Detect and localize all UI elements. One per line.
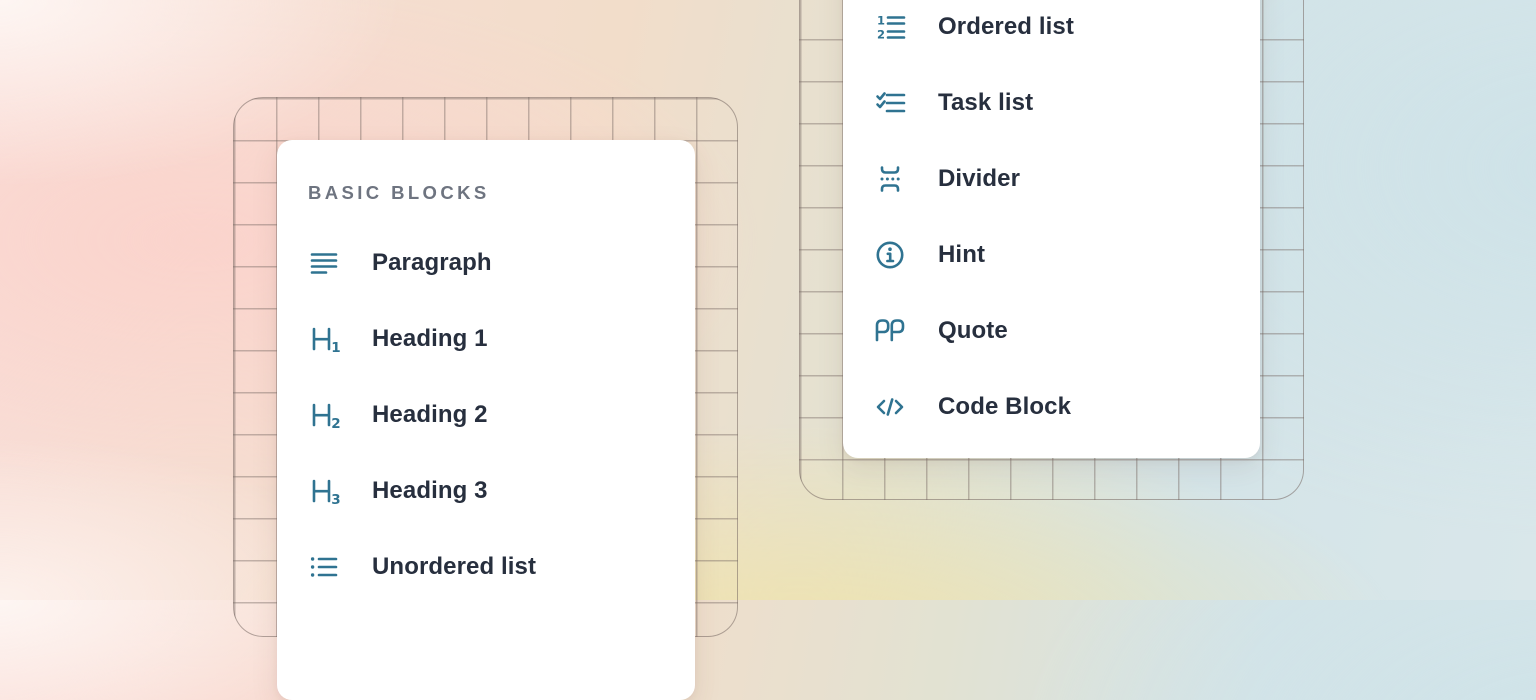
ordered-list-icon: 1 2 (874, 11, 906, 43)
menu-item-label: Heading 3 (372, 477, 488, 505)
quote-icon (874, 315, 906, 347)
advanced-blocks-menu-card: 1 2 Ordered list Task list Divider Hint Q… (843, 0, 1260, 458)
advanced-blocks-menu-list: 1 2 Ordered list Task list Divider Hint Q… (843, 0, 1260, 445)
menu-item-label: Heading 2 (372, 401, 488, 429)
menu-item-label: Hint (938, 241, 985, 269)
menu-item-label: Ordered list (938, 13, 1074, 41)
svg-text:3: 3 (331, 492, 340, 507)
unordered-list-icon (308, 551, 340, 583)
menu-item-quote[interactable]: Quote (874, 293, 1260, 369)
menu-item-code-block[interactable]: Code Block (874, 369, 1260, 445)
menu-item-label: Paragraph (372, 249, 492, 277)
task-list-icon (874, 87, 906, 119)
svg-text:1: 1 (877, 14, 885, 28)
basic-blocks-heading: BASIC BLOCKS (308, 180, 695, 206)
svg-text:2: 2 (877, 28, 885, 42)
menu-item-hint[interactable]: Hint (874, 217, 1260, 293)
hint-icon (874, 239, 906, 271)
menu-item-ordered-list[interactable]: 1 2 Ordered list (874, 0, 1260, 65)
menu-item-label: Unordered list (372, 553, 536, 581)
svg-text:2: 2 (331, 416, 340, 431)
menu-item-label: Task list (938, 89, 1033, 117)
heading-2-icon: 2 (308, 399, 340, 431)
menu-item-label: Quote (938, 317, 1008, 345)
menu-item-label: Code Block (938, 393, 1071, 421)
heading-3-icon: 3 (308, 475, 340, 507)
paragraph-icon (308, 247, 340, 279)
menu-item-task-list[interactable]: Task list (874, 65, 1260, 141)
menu-item-unordered-list[interactable]: Unordered list (308, 529, 695, 605)
menu-item-heading-2[interactable]: 2 Heading 2 (308, 377, 695, 453)
menu-item-heading-3[interactable]: 3 Heading 3 (308, 453, 695, 529)
menu-item-label: Divider (938, 165, 1020, 193)
svg-text:1: 1 (331, 340, 340, 355)
divider-icon (874, 163, 906, 195)
code-block-icon (874, 391, 906, 423)
basic-blocks-menu-list: Paragraph 1 Heading 1 2 Heading 2 3 Heading… (277, 225, 695, 605)
menu-item-paragraph[interactable]: Paragraph (308, 225, 695, 301)
menu-item-heading-1[interactable]: 1 Heading 1 (308, 301, 695, 377)
basic-blocks-menu-card: BASIC BLOCKS Paragraph 1 Heading 1 2 Headi… (277, 140, 695, 700)
heading-1-icon: 1 (308, 323, 340, 355)
menu-item-label: Heading 1 (372, 325, 488, 353)
menu-item-divider[interactable]: Divider (874, 141, 1260, 217)
